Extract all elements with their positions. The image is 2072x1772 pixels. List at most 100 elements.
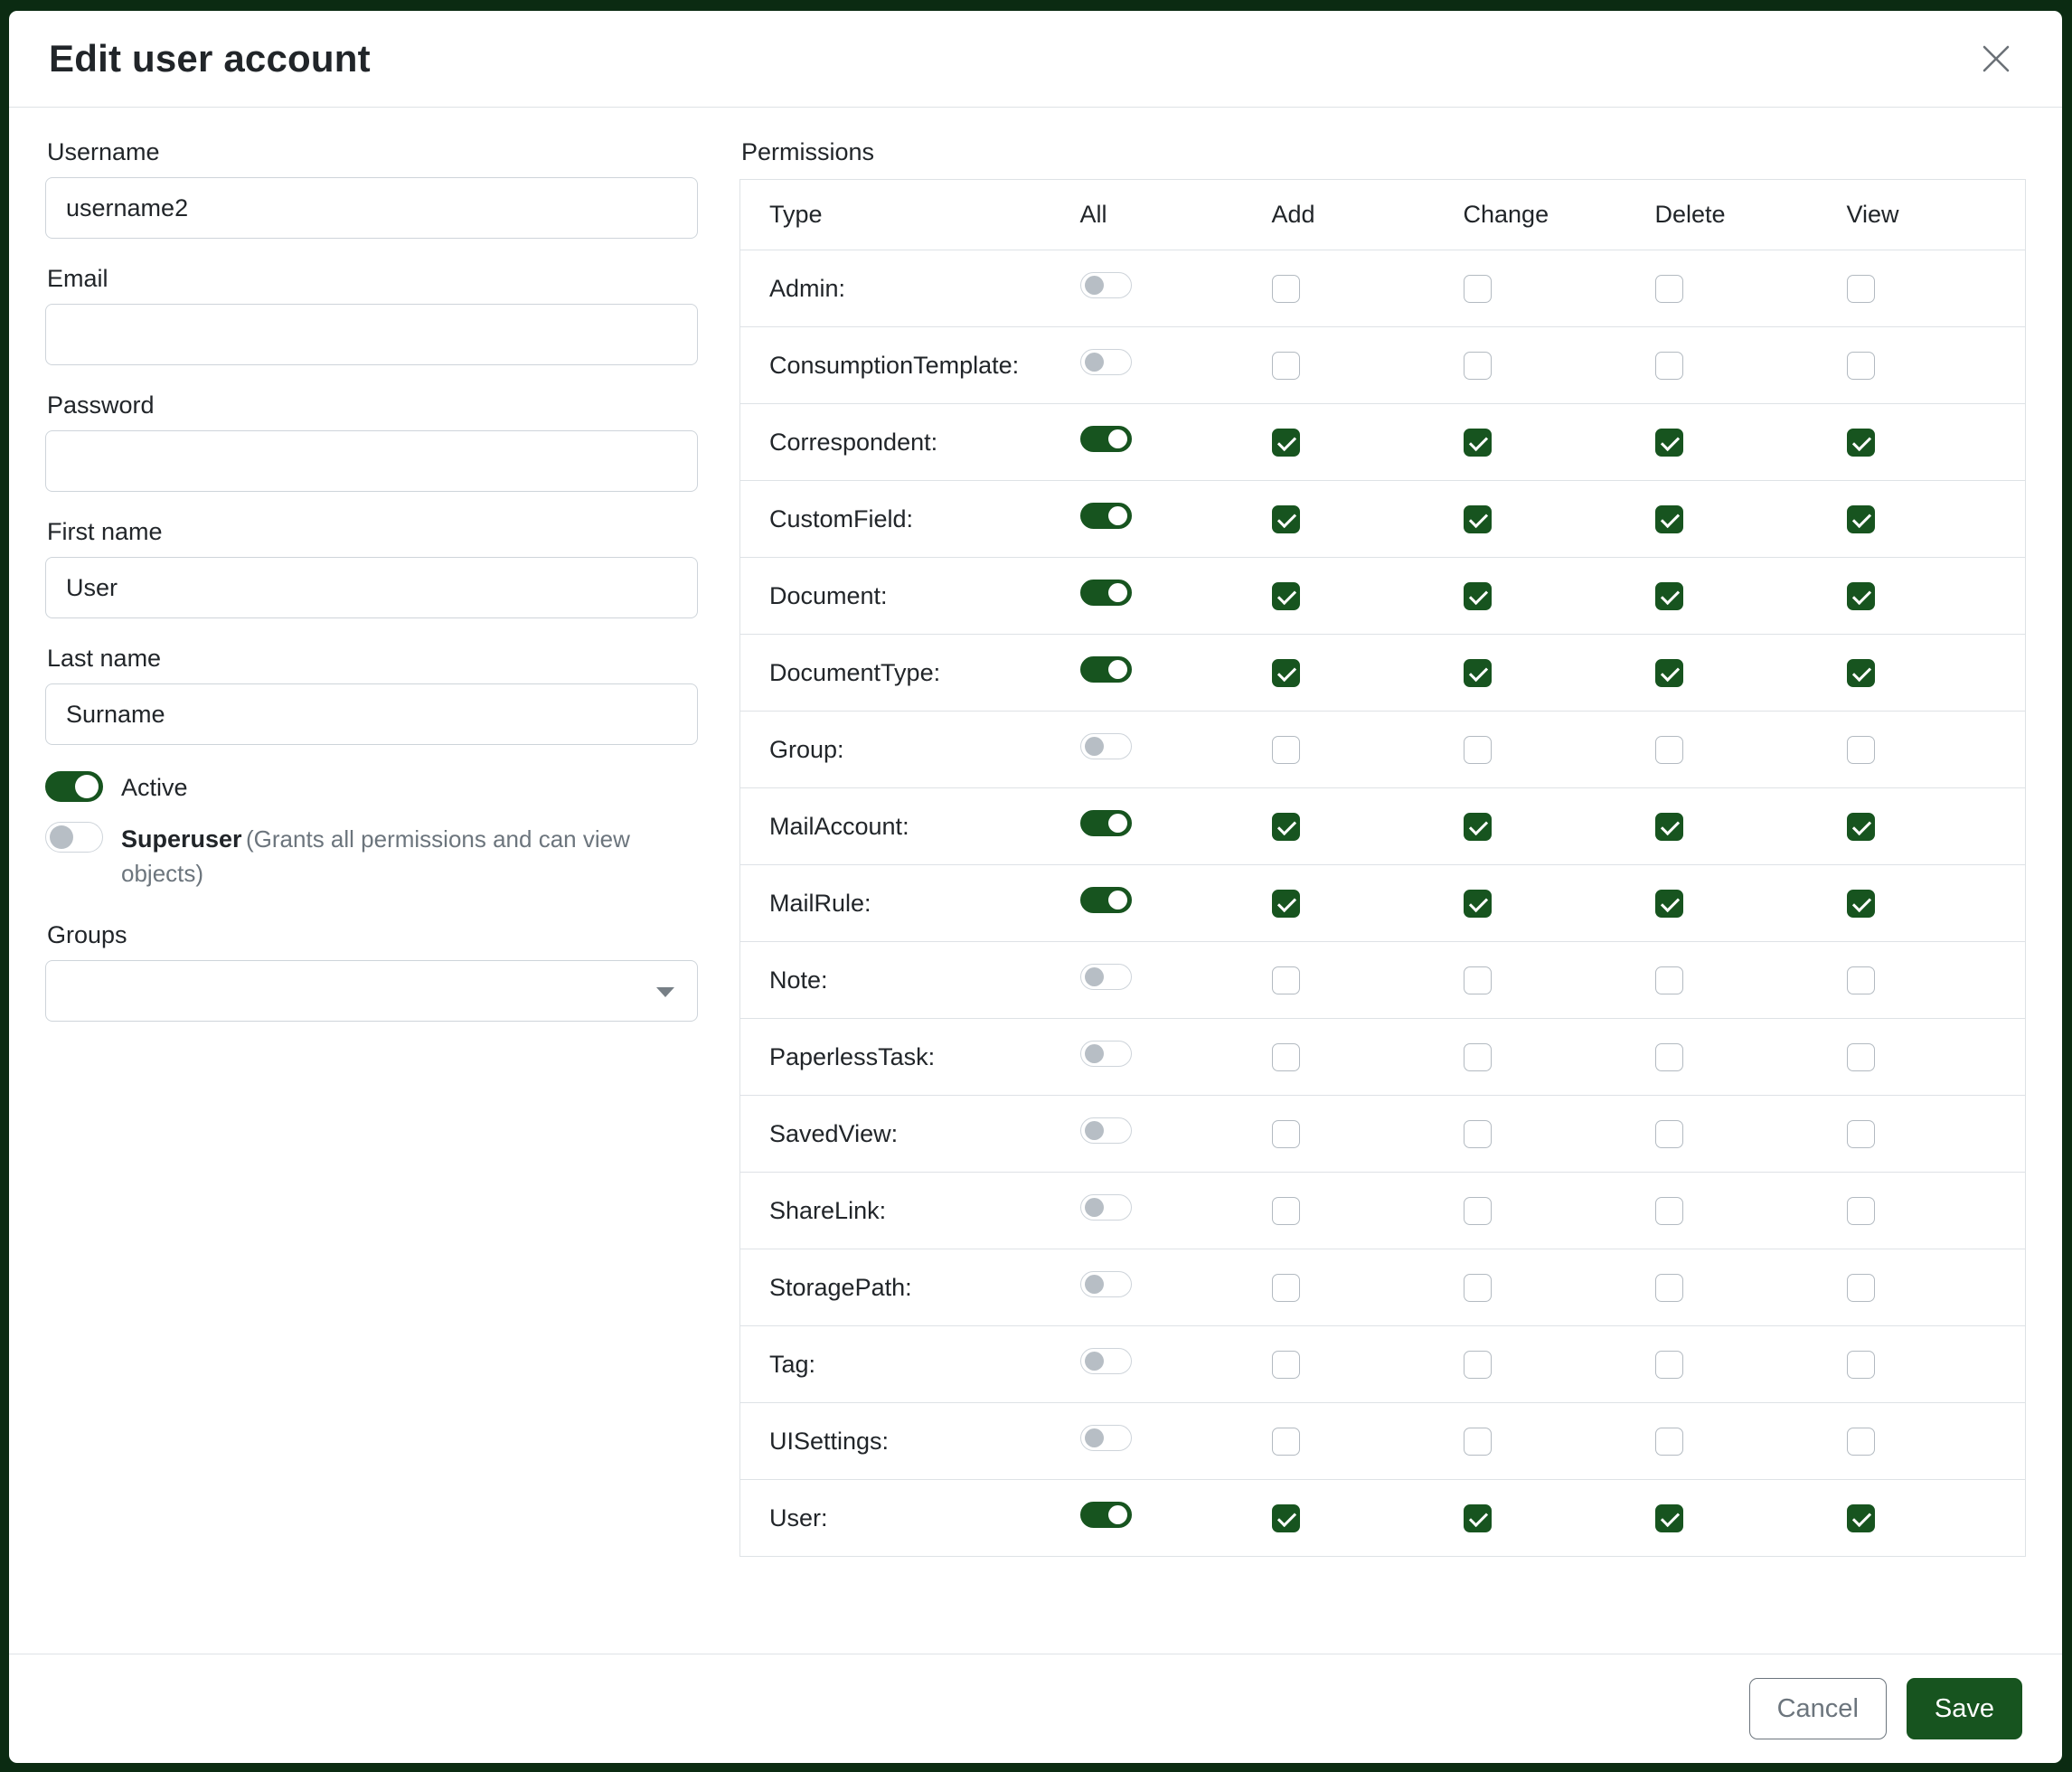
perm-view-checkbox[interactable] <box>1847 275 1875 303</box>
perm-delete-checkbox[interactable] <box>1655 1197 1683 1225</box>
perm-add-checkbox[interactable] <box>1272 1504 1300 1532</box>
perm-add-checkbox[interactable] <box>1272 966 1300 994</box>
perm-change-checkbox[interactable] <box>1464 275 1492 303</box>
save-button[interactable]: Save <box>1907 1678 2022 1739</box>
perm-view-checkbox[interactable] <box>1847 966 1875 994</box>
perm-all-toggle[interactable] <box>1080 810 1132 836</box>
perm-view-checkbox[interactable] <box>1847 582 1875 610</box>
perm-change-checkbox[interactable] <box>1464 1504 1492 1532</box>
perm-delete-checkbox[interactable] <box>1655 1351 1683 1379</box>
perm-change-checkbox[interactable] <box>1464 1043 1492 1071</box>
perm-all-toggle[interactable] <box>1080 964 1132 990</box>
active-toggle[interactable] <box>45 771 103 802</box>
perm-delete-checkbox[interactable] <box>1655 813 1683 841</box>
perm-delete-checkbox[interactable] <box>1655 890 1683 918</box>
perm-change-checkbox[interactable] <box>1464 736 1492 764</box>
perm-view-checkbox[interactable] <box>1847 352 1875 380</box>
perm-delete-checkbox[interactable] <box>1655 1428 1683 1456</box>
perm-view-checkbox[interactable] <box>1847 1043 1875 1071</box>
perm-view-checkbox[interactable] <box>1847 890 1875 918</box>
perm-all-toggle[interactable] <box>1080 733 1132 759</box>
superuser-toggle[interactable] <box>45 822 103 853</box>
perm-add-checkbox[interactable] <box>1272 1197 1300 1225</box>
perm-change-checkbox[interactable] <box>1464 659 1492 687</box>
password-input[interactable] <box>45 430 698 492</box>
perm-all-toggle[interactable] <box>1080 656 1132 683</box>
perm-delete-checkbox[interactable] <box>1655 275 1683 303</box>
perm-all-toggle[interactable] <box>1080 272 1132 298</box>
perm-change-checkbox[interactable] <box>1464 890 1492 918</box>
perm-delete-checkbox[interactable] <box>1655 582 1683 610</box>
perm-change-checkbox[interactable] <box>1464 1351 1492 1379</box>
perm-view-checkbox[interactable] <box>1847 1197 1875 1225</box>
perm-add-checkbox[interactable] <box>1272 505 1300 533</box>
perm-add-checkbox[interactable] <box>1272 736 1300 764</box>
perm-add-checkbox[interactable] <box>1272 275 1300 303</box>
perm-all-toggle[interactable] <box>1080 1117 1132 1144</box>
perm-all-toggle[interactable] <box>1080 1502 1132 1528</box>
perm-add-checkbox[interactable] <box>1272 1274 1300 1302</box>
perm-change-checkbox[interactable] <box>1464 582 1492 610</box>
permission-row: ConsumptionTemplate: <box>740 327 2026 404</box>
perm-view-checkbox[interactable] <box>1847 1274 1875 1302</box>
perm-delete-checkbox[interactable] <box>1655 1504 1683 1532</box>
perm-all-toggle[interactable] <box>1080 887 1132 913</box>
perm-add-checkbox[interactable] <box>1272 659 1300 687</box>
perm-all-toggle[interactable] <box>1080 503 1132 529</box>
cancel-button[interactable]: Cancel <box>1749 1678 1887 1739</box>
close-button[interactable] <box>1970 33 2022 85</box>
perm-view-checkbox[interactable] <box>1847 1351 1875 1379</box>
perm-delete-checkbox[interactable] <box>1655 1120 1683 1148</box>
perm-delete-checkbox[interactable] <box>1655 659 1683 687</box>
perm-add-checkbox[interactable] <box>1272 890 1300 918</box>
perm-change-checkbox[interactable] <box>1464 1428 1492 1456</box>
perm-view-checkbox[interactable] <box>1847 505 1875 533</box>
perm-all-toggle[interactable] <box>1080 1271 1132 1297</box>
perm-delete-checkbox[interactable] <box>1655 352 1683 380</box>
groups-select[interactable] <box>45 960 698 1022</box>
perm-add-checkbox[interactable] <box>1272 582 1300 610</box>
perm-all-toggle[interactable] <box>1080 349 1132 375</box>
perm-add-checkbox[interactable] <box>1272 1043 1300 1071</box>
username-input[interactable] <box>45 177 698 239</box>
perm-delete-checkbox[interactable] <box>1655 429 1683 457</box>
perm-add-checkbox[interactable] <box>1272 1428 1300 1456</box>
perm-view-checkbox[interactable] <box>1847 813 1875 841</box>
perm-change-checkbox[interactable] <box>1464 429 1492 457</box>
perm-change-checkbox[interactable] <box>1464 813 1492 841</box>
perm-change-checkbox[interactable] <box>1464 966 1492 994</box>
last-name-input[interactable] <box>45 683 698 745</box>
perm-view-checkbox[interactable] <box>1847 429 1875 457</box>
username-field-group: Username <box>45 138 698 239</box>
perm-change-checkbox[interactable] <box>1464 1197 1492 1225</box>
perm-all-toggle[interactable] <box>1080 1425 1132 1451</box>
perm-delete-checkbox[interactable] <box>1655 1274 1683 1302</box>
perm-add-checkbox[interactable] <box>1272 813 1300 841</box>
perm-view-checkbox[interactable] <box>1847 1504 1875 1532</box>
perm-all-toggle[interactable] <box>1080 1348 1132 1374</box>
perm-all-toggle[interactable] <box>1080 1194 1132 1221</box>
perm-add-checkbox[interactable] <box>1272 429 1300 457</box>
perm-all-toggle[interactable] <box>1080 580 1132 606</box>
perm-change-checkbox[interactable] <box>1464 505 1492 533</box>
toggle-knob <box>1085 1044 1104 1063</box>
perm-delete-checkbox[interactable] <box>1655 505 1683 533</box>
first-name-input[interactable] <box>45 557 698 618</box>
groups-input[interactable] <box>45 960 698 1022</box>
perm-view-checkbox[interactable] <box>1847 659 1875 687</box>
perm-add-checkbox[interactable] <box>1272 352 1300 380</box>
perm-change-checkbox[interactable] <box>1464 1274 1492 1302</box>
perm-delete-checkbox[interactable] <box>1655 1043 1683 1071</box>
perm-change-checkbox[interactable] <box>1464 352 1492 380</box>
perm-change-checkbox[interactable] <box>1464 1120 1492 1148</box>
email-input[interactable] <box>45 304 698 365</box>
perm-add-checkbox[interactable] <box>1272 1351 1300 1379</box>
perm-all-toggle[interactable] <box>1080 1041 1132 1067</box>
perm-delete-checkbox[interactable] <box>1655 966 1683 994</box>
perm-all-toggle[interactable] <box>1080 426 1132 452</box>
perm-view-checkbox[interactable] <box>1847 1428 1875 1456</box>
perm-view-checkbox[interactable] <box>1847 1120 1875 1148</box>
perm-delete-checkbox[interactable] <box>1655 736 1683 764</box>
perm-add-checkbox[interactable] <box>1272 1120 1300 1148</box>
perm-view-checkbox[interactable] <box>1847 736 1875 764</box>
